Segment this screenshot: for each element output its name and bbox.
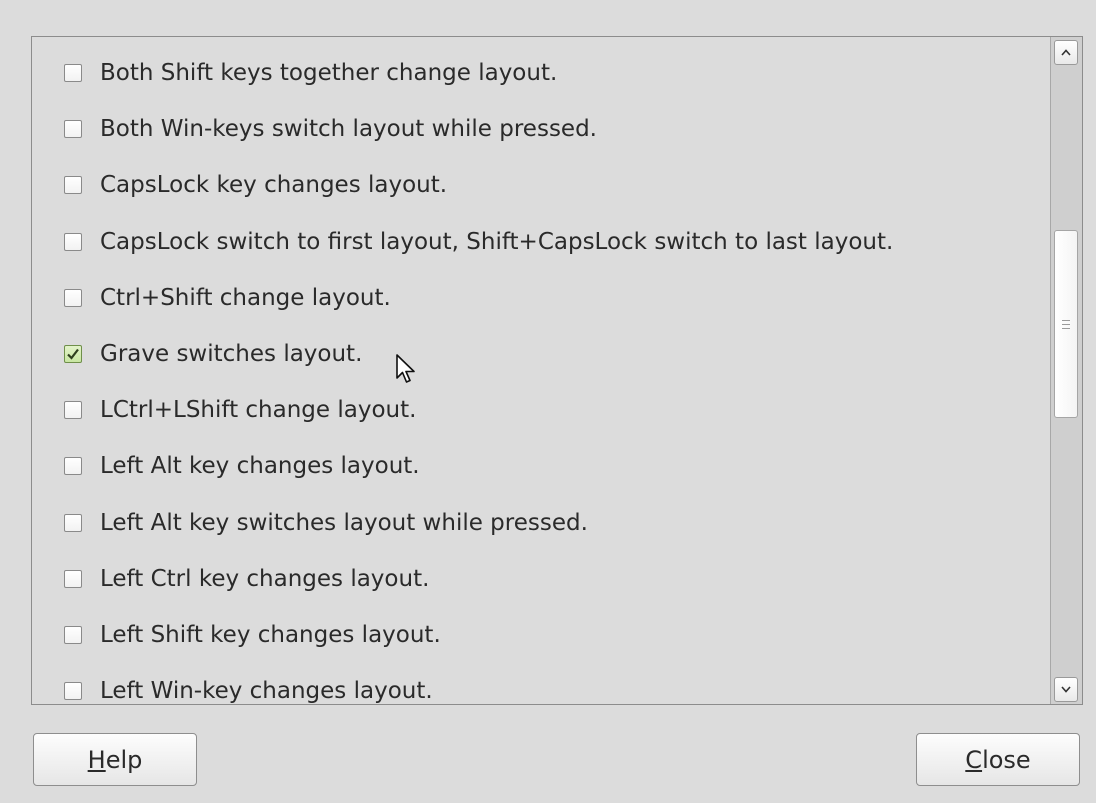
option-row[interactable]: Left Alt key changes layout. bbox=[32, 446, 1050, 486]
close-mnemonic: C bbox=[965, 745, 983, 774]
option-label: Both Win-keys switch layout while presse… bbox=[100, 116, 597, 143]
mouse-pointer-icon bbox=[396, 354, 415, 383]
vertical-scrollbar[interactable] bbox=[1051, 37, 1082, 704]
checkmark-icon bbox=[67, 348, 79, 360]
checkbox-unchecked[interactable] bbox=[64, 288, 82, 307]
checkbox-unchecked[interactable] bbox=[64, 513, 82, 532]
checkbox-unchecked[interactable] bbox=[64, 232, 82, 251]
checkbox-unchecked[interactable] bbox=[64, 176, 82, 195]
option-label: Left Ctrl key changes layout. bbox=[100, 565, 430, 592]
option-label: Left Shift key changes layout. bbox=[100, 622, 441, 648]
option-row[interactable]: Grave switches layout. bbox=[32, 334, 1050, 374]
checkbox-unchecked[interactable] bbox=[64, 120, 82, 139]
checkbox-unchecked[interactable] bbox=[64, 682, 82, 701]
option-label: Left Win-key changes layout. bbox=[100, 678, 433, 704]
help-button[interactable]: Help bbox=[33, 733, 197, 786]
checkbox-unchecked[interactable] bbox=[64, 64, 82, 82]
scroll-thumb[interactable] bbox=[1054, 230, 1078, 418]
option-row[interactable]: LCtrl+LShift change layout. bbox=[32, 390, 1050, 430]
option-label: Ctrl+Shift change layout. bbox=[100, 284, 391, 311]
option-label: Left Alt key changes layout. bbox=[100, 453, 420, 480]
option-label: LCtrl+LShift change layout. bbox=[100, 397, 417, 424]
option-row[interactable]: Left Ctrl key changes layout. bbox=[32, 559, 1050, 599]
help-mnemonic: H bbox=[87, 745, 106, 774]
option-row[interactable]: Left Alt key switches layout while press… bbox=[32, 503, 1050, 543]
chevron-up-icon bbox=[1061, 49, 1071, 56]
option-label: CapsLock switch to first layout, Shift+C… bbox=[100, 228, 894, 255]
checkbox-unchecked[interactable] bbox=[64, 569, 82, 588]
option-row[interactable]: Left Win-key changes layout. bbox=[32, 671, 1050, 704]
help-label: elp bbox=[105, 745, 143, 774]
close-button[interactable]: Close bbox=[916, 733, 1080, 786]
option-row[interactable]: CapsLock key changes layout. bbox=[32, 165, 1050, 205]
chevron-down-icon bbox=[1061, 686, 1071, 693]
grip-icon bbox=[1062, 319, 1070, 329]
layout-options-dialog: Both Shift keys together change layout. B… bbox=[0, 0, 1096, 803]
checkbox-unchecked[interactable] bbox=[64, 457, 82, 476]
options-viewport: Both Shift keys together change layout. B… bbox=[32, 37, 1051, 704]
option-row[interactable]: Both Win-keys switch layout while presse… bbox=[32, 109, 1050, 149]
option-row[interactable]: Ctrl+Shift change layout. bbox=[32, 278, 1050, 318]
checkbox-unchecked[interactable] bbox=[64, 626, 82, 644]
scroll-up-button[interactable] bbox=[1054, 40, 1078, 65]
checkbox-checked[interactable] bbox=[64, 345, 82, 363]
option-label: Grave switches layout. bbox=[100, 341, 363, 367]
checkbox-unchecked[interactable] bbox=[64, 401, 82, 420]
close-label: lose bbox=[982, 745, 1031, 774]
options-list: Both Shift keys together change layout. B… bbox=[31, 36, 1083, 705]
scroll-down-button[interactable] bbox=[1054, 677, 1078, 702]
option-row[interactable]: CapsLock switch to first layout, Shift+C… bbox=[32, 222, 1050, 262]
option-label: CapsLock key changes layout. bbox=[100, 172, 448, 199]
option-row[interactable]: Left Shift key changes layout. bbox=[32, 615, 1050, 655]
option-label: Both Shift keys together change layout. bbox=[100, 60, 558, 86]
option-label: Left Alt key switches layout while press… bbox=[100, 509, 588, 536]
option-row[interactable]: Both Shift keys together change layout. bbox=[32, 53, 1050, 93]
